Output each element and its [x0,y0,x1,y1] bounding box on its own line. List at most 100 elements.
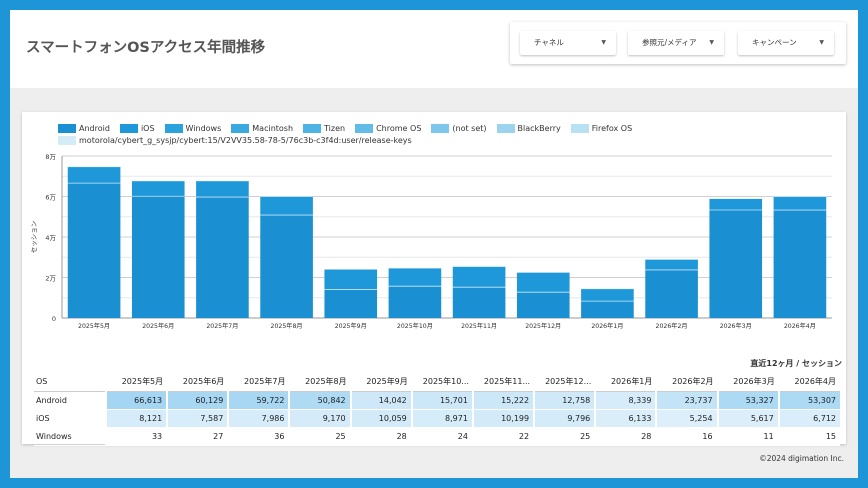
value-cell: 25 [533,427,596,446]
column-header-month[interactable]: 2026年2月 [656,372,718,392]
value-cell: 10,059 [349,409,412,428]
y-tick-label: 8万 [45,153,56,161]
bar-android [581,301,634,318]
bar-android [452,287,506,318]
value-cell: 12,758 [533,391,596,410]
value-cell: 5,617 [716,409,779,428]
source-medium-filter-label: 参照元/メディア [642,38,697,47]
value-cell: 60,129 [166,391,229,410]
value-cell: 8,971 [410,409,473,428]
data-table: OS 2025年5月 2025年6月 2025年7月 2025年8月 2025年9月 202… [34,372,840,446]
column-header-month[interactable]: 2025年10... [411,372,473,392]
bar-ios [581,288,634,302]
bar-ios [645,259,698,270]
bar-ios [196,180,249,198]
value-cell: 33 [104,427,168,446]
value-cell: 7,587 [166,409,229,428]
column-header-os[interactable]: OS [34,372,106,392]
channel-filter-label: チャネル [534,38,564,47]
value-cell: 15,701 [410,391,473,410]
value-cell: 28 [594,427,657,446]
bar-ios [709,198,763,211]
value-cell: 53,307 [777,391,840,410]
bar-android [709,210,763,318]
value-cell: 8,339 [594,391,657,410]
value-cell: 11 [716,427,779,446]
value-cell: 7,986 [227,409,290,428]
value-cell: 25 [288,427,351,446]
value-cell: 22 [471,427,535,446]
column-header-month[interactable]: 2025年9月 [350,372,412,392]
bar-android [260,215,313,318]
value-cell: 9,170 [288,409,351,428]
y-tick-label: 0 [52,315,56,323]
column-header-month[interactable]: 2025年6月 [167,372,229,392]
table-row: Android 66,613 60,129 59,722 50,842 14,042 15,… [34,391,840,410]
channel-filter[interactable]: チャネル ▼ [520,31,616,55]
value-cell: 53,327 [716,391,779,410]
value-cell: 6,133 [594,409,657,428]
value-cell: 14,042 [349,391,412,410]
value-cell: 59,722 [227,391,290,410]
source-medium-filter[interactable]: 参照元/メディア ▼ [628,31,724,55]
os-name-cell: Windows [34,427,107,446]
x-tick-label: 2026年2月 [656,322,688,330]
bar-ios [67,166,121,184]
y-tick-label: 2万 [45,275,56,283]
caret-down-icon: ▼ [601,39,606,46]
column-header-month[interactable]: 2025年7月 [228,372,290,392]
bar-android [388,286,442,318]
x-tick-label: 2025年7月 [206,322,238,330]
value-cell: 5,254 [655,409,718,428]
value-cell: 36 [227,427,290,446]
value-cell: 66,613 [104,391,168,410]
bar-ios [773,196,827,211]
table-header-row: OS 2025年5月 2025年6月 2025年7月 2025年8月 2025年9月 202… [34,372,840,392]
column-header-month[interactable]: 2025年5月 [106,372,168,392]
x-tick-label: 2025年12月 [525,322,561,330]
filter-bar: チャネル ▼ 参照元/メディア ▼ キャンペーン ▼ [510,22,846,64]
y-axis-label: セッション [30,221,38,254]
value-cell: 8,121 [104,409,168,428]
bar-ios [452,266,506,288]
x-tick-label: 2026年3月 [720,322,752,330]
x-tick-label: 2026年1月 [591,322,623,330]
column-header-month[interactable]: 2025年11... [472,372,535,392]
bar-android [645,269,698,318]
x-tick-label: 2025年11月 [461,322,497,330]
value-cell: 24 [410,427,473,446]
bar-ios [260,196,313,216]
value-cell: 6,712 [777,409,840,428]
bar-ios [388,268,442,287]
column-header-month[interactable]: 2026年4月 [778,372,840,392]
table-row: iOS 8,121 7,587 7,986 9,170 10,059 8,971 10,199… [34,409,840,428]
column-header-month[interactable]: 2025年8月 [289,372,351,392]
y-tick-label: 4万 [45,234,56,242]
chart-card: Android iOS Windows Macintosh Tizen Chrome OS… [22,112,846,446]
campaign-filter-label: キャンペーン [752,38,797,47]
value-cell: 9,796 [533,409,596,428]
copyright: ©2024 digimation Inc. [759,454,844,463]
table-subtitle: 直近12ヶ月 / セッション [750,359,842,368]
value-cell: 10,199 [471,409,535,428]
page-title: スマートフォンOSアクセス年間推移 [26,40,266,56]
column-header-month[interactable]: 2026年3月 [717,372,779,392]
column-header-month[interactable]: 2026年1月 [595,372,657,392]
bar-ios [324,269,378,290]
campaign-filter[interactable]: キャンペーン ▼ [738,31,834,55]
x-tick-label: 2025年9月 [335,322,367,330]
stacked-bar-chart: 0 2万 4万 6万 8万セッション 2025年5月 2025年6月 2025年7月 2025年… [30,153,832,330]
caret-down-icon: ▼ [709,39,714,46]
bar-android [131,196,185,318]
bar-android [196,197,249,318]
bar-android [773,210,827,318]
value-cell: 27 [166,427,229,446]
value-cell: 50,842 [288,391,351,410]
bar-ios [131,180,185,197]
bar-ios [516,272,570,293]
x-tick-label: 2025年6月 [142,322,174,330]
column-header-month[interactable]: 2025年12... [534,372,596,392]
value-cell: 15 [777,427,840,446]
x-tick-label: 2025年5月 [78,322,110,330]
value-cell: 28 [349,427,412,446]
